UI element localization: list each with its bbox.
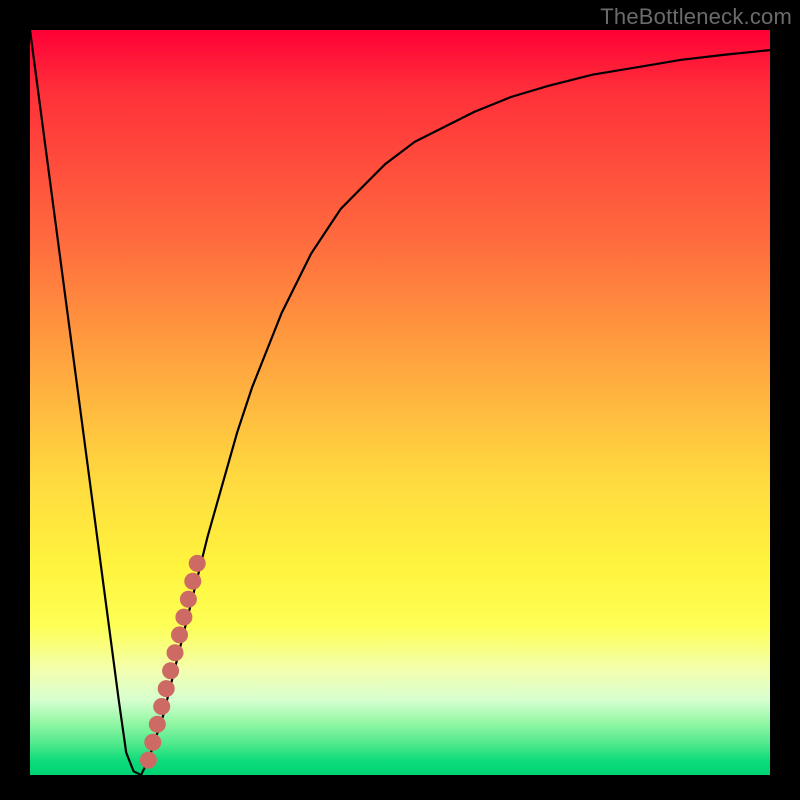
marker-dot xyxy=(185,573,201,589)
watermark-text: TheBottleneck.com xyxy=(600,4,792,30)
marker-dot xyxy=(189,555,205,571)
chart-frame: TheBottleneck.com xyxy=(0,0,800,800)
curve-svg xyxy=(30,30,770,775)
marker-dot xyxy=(145,734,161,750)
marker-dot xyxy=(158,681,174,697)
marker-dot xyxy=(154,699,170,715)
marker-dot xyxy=(149,716,165,732)
marker-dot xyxy=(140,752,156,768)
marker-dot xyxy=(167,645,183,661)
highlight-markers xyxy=(140,555,205,768)
bottleneck-curve xyxy=(30,30,770,775)
marker-dot xyxy=(176,609,192,625)
marker-dot xyxy=(172,627,188,643)
plot-area xyxy=(30,30,770,775)
marker-dot xyxy=(180,591,196,607)
marker-dot xyxy=(163,663,179,679)
